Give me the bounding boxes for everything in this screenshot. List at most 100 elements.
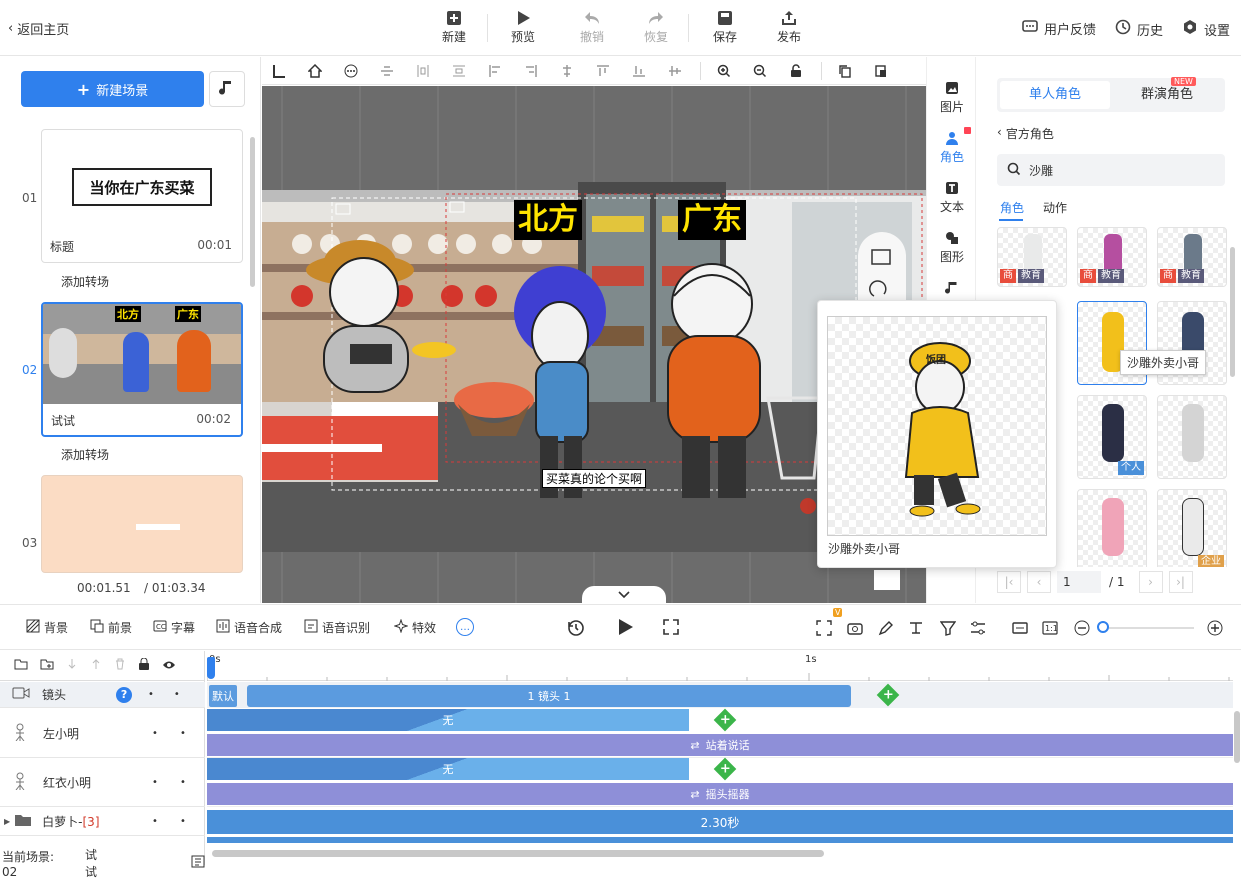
home-icon[interactable] bbox=[302, 60, 328, 82]
zoom-slider-handle[interactable] bbox=[1097, 621, 1109, 633]
rail-shape[interactable]: 图形 bbox=[927, 231, 977, 265]
tts-button[interactable]: 语音合成 bbox=[216, 619, 282, 636]
zoom-out-icon[interactable] bbox=[747, 60, 773, 82]
tab-group-role[interactable]: 群演角色 bbox=[1112, 81, 1222, 109]
filter-icon[interactable] bbox=[939, 620, 957, 639]
back-home-link[interactable]: ‹ 返回主页 bbox=[8, 19, 69, 38]
role-scrollbar[interactable] bbox=[1230, 247, 1235, 377]
subtab-action[interactable]: 动作 bbox=[1043, 199, 1067, 216]
track-clip[interactable]: 无 bbox=[207, 758, 689, 780]
list-icon[interactable] bbox=[191, 855, 205, 871]
page-input[interactable]: 1 bbox=[1057, 571, 1101, 593]
rail-text[interactable]: 文本 bbox=[927, 181, 977, 215]
replay-icon[interactable] bbox=[566, 618, 586, 641]
add-transition-link[interactable]: 添加转场 bbox=[61, 446, 109, 463]
time-ruler[interactable]: 0s 1s bbox=[207, 651, 1233, 681]
save-button[interactable]: 保存 bbox=[699, 8, 751, 45]
distribute-h-icon[interactable] bbox=[410, 60, 436, 82]
timeline-h-scrollbar[interactable] bbox=[212, 850, 824, 857]
history-link[interactable]: 历史 bbox=[1115, 19, 1163, 39]
default-camera-clip[interactable]: 默认 bbox=[209, 685, 237, 707]
help-icon[interactable]: ? bbox=[116, 686, 133, 703]
timeline-v-scrollbar[interactable] bbox=[1234, 711, 1240, 763]
music-button[interactable] bbox=[209, 71, 245, 107]
caption-guangdong[interactable]: 广东 bbox=[678, 200, 746, 240]
camera-frame-icon[interactable] bbox=[816, 620, 832, 639]
dot-icon[interactable]: • bbox=[180, 777, 186, 788]
move-up-icon[interactable] bbox=[90, 658, 102, 673]
zoom-in-icon[interactable] bbox=[711, 60, 737, 82]
scene-card-03[interactable] bbox=[41, 475, 243, 573]
collapse-tab[interactable] bbox=[582, 586, 666, 603]
zoom-out-timeline-icon[interactable] bbox=[1074, 620, 1090, 639]
delete-icon[interactable] bbox=[114, 658, 126, 673]
role-thumb[interactable]: 商 教育 bbox=[1077, 227, 1147, 287]
dot-icon[interactable]: • bbox=[148, 689, 154, 700]
role-thumb[interactable]: 个人 bbox=[1077, 395, 1147, 479]
align-middle-icon[interactable] bbox=[662, 60, 688, 82]
more-options-icon[interactable]: … bbox=[456, 618, 474, 636]
ratio-1-1-icon[interactable]: 1:1 bbox=[1042, 620, 1058, 639]
effects-button[interactable]: 特效 bbox=[393, 618, 436, 636]
role-thumb[interactable]: 商 教育 bbox=[1157, 227, 1227, 287]
zoom-in-timeline-icon[interactable] bbox=[1207, 620, 1223, 639]
subtitle-button[interactable]: CC 字幕 bbox=[153, 619, 195, 636]
role-thumb[interactable]: 商 教育 bbox=[997, 227, 1067, 287]
settings-link[interactable]: 设置 bbox=[1182, 19, 1230, 39]
mini-thumbnail[interactable] bbox=[874, 570, 900, 590]
add-keyframe-icon[interactable]: + bbox=[713, 708, 737, 732]
camera-clip[interactable]: 1 镜头 1 bbox=[247, 685, 851, 707]
dot-icon[interactable]: • bbox=[180, 728, 186, 739]
dot-icon[interactable]: • bbox=[152, 816, 158, 827]
align-right-icon[interactable] bbox=[518, 60, 544, 82]
fullscreen-icon[interactable] bbox=[663, 619, 679, 638]
tab-single-role[interactable]: 单人角色 bbox=[1000, 81, 1110, 109]
first-page-icon[interactable]: |‹ bbox=[997, 571, 1021, 593]
asr-button[interactable]: 语音识别 bbox=[304, 619, 370, 636]
add-folder-icon[interactable] bbox=[14, 658, 28, 673]
new-scene-button[interactable]: + 新建场景 bbox=[21, 71, 204, 107]
align-center-icon[interactable] bbox=[554, 60, 580, 82]
paste-icon[interactable] bbox=[868, 60, 894, 82]
edit-icon[interactable] bbox=[878, 620, 894, 639]
undo-button[interactable]: 撤销 bbox=[566, 8, 618, 45]
ruler-icon[interactable] bbox=[266, 60, 292, 82]
role-thumb[interactable]: 企业 bbox=[1157, 489, 1227, 567]
more-icon[interactable] bbox=[338, 60, 364, 82]
puppet-icon[interactable] bbox=[908, 620, 924, 639]
camera-track-header[interactable]: 镜头 ? • • bbox=[0, 682, 205, 708]
copy-icon[interactable] bbox=[832, 60, 858, 82]
camera-icon[interactable] bbox=[847, 620, 863, 639]
expand-arrow-icon[interactable]: ▶ bbox=[4, 817, 10, 826]
play-icon[interactable] bbox=[617, 617, 635, 640]
track-clip[interactable]: 无 bbox=[207, 709, 689, 731]
dot-icon[interactable]: • bbox=[152, 777, 158, 788]
playhead[interactable] bbox=[207, 657, 215, 679]
scene-card-01[interactable]: 当你在广东买菜 标题 00:01 bbox=[41, 129, 243, 263]
group-track-header[interactable]: ▶ 白萝卜- [3] • • bbox=[0, 808, 205, 836]
add-keyframe-icon[interactable]: + bbox=[713, 757, 737, 781]
action-clip[interactable]: ⇄ 摇头摇器 bbox=[207, 783, 1233, 805]
align-left-icon[interactable] bbox=[482, 60, 508, 82]
foreground-button[interactable]: 前景 bbox=[90, 619, 132, 636]
official-roles-link[interactable]: ‹ 官方角色 bbox=[997, 125, 1054, 142]
align-top-icon[interactable] bbox=[590, 60, 616, 82]
zoom-slider[interactable] bbox=[1098, 627, 1194, 629]
adjust-icon[interactable] bbox=[970, 620, 986, 639]
move-down-icon[interactable] bbox=[66, 658, 78, 673]
add-transition-link[interactable]: 添加转场 bbox=[61, 273, 109, 290]
caption-north[interactable]: 北方 bbox=[514, 200, 582, 240]
align-vcenter-icon[interactable] bbox=[374, 60, 400, 82]
background-button[interactable]: 背景 bbox=[26, 619, 68, 636]
group-clip[interactable]: 2.30秒 bbox=[207, 810, 1233, 834]
role-thumb[interactable] bbox=[1077, 489, 1147, 567]
add-camera-icon[interactable]: + bbox=[876, 683, 900, 707]
unlock-icon[interactable] bbox=[783, 60, 809, 82]
subtab-role[interactable]: 角色 bbox=[1000, 199, 1024, 216]
role-thumb[interactable] bbox=[1157, 395, 1227, 479]
distribute-v-icon[interactable] bbox=[446, 60, 472, 82]
eye-icon[interactable] bbox=[162, 659, 176, 673]
align-bottom-icon[interactable] bbox=[626, 60, 652, 82]
new-folder-icon[interactable] bbox=[40, 658, 54, 673]
dot-icon[interactable]: • bbox=[174, 689, 180, 700]
